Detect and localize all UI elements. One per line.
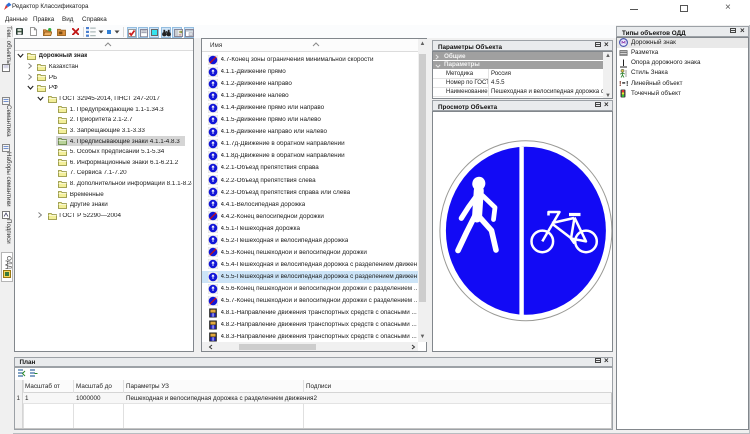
svg-text:!: !: [626, 79, 629, 87]
svg-text:!: !: [619, 79, 622, 87]
